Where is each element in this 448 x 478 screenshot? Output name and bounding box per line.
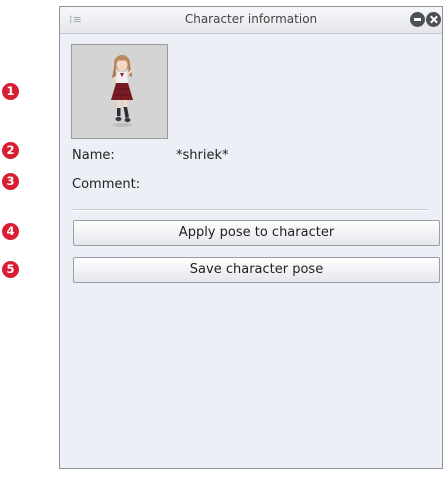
- panel-title: Character information: [184, 12, 318, 26]
- name-label: Name:: [72, 148, 115, 163]
- apply-pose-button[interactable]: Apply pose to character: [73, 220, 440, 246]
- close-icon[interactable]: [426, 12, 441, 27]
- save-pose-button[interactable]: Save character pose: [73, 257, 440, 283]
- comment-label: Comment:: [72, 177, 141, 192]
- minimize-icon[interactable]: [410, 12, 425, 27]
- character-figure-icon: [111, 55, 133, 127]
- character-thumbnail: [71, 44, 168, 139]
- callout-4: 4: [2, 223, 19, 240]
- name-value: *shriek*: [176, 148, 229, 163]
- character-information-panel: ⁞≡ Character information Name: *shriek* …: [59, 6, 443, 469]
- section-divider: [73, 209, 429, 211]
- callout-2: 2: [2, 142, 19, 159]
- callout-3: 3: [2, 173, 19, 190]
- panel-titlebar[interactable]: ⁞≡ Character information: [60, 7, 442, 34]
- callout-1: 1: [2, 83, 19, 100]
- callout-5: 5: [2, 261, 19, 278]
